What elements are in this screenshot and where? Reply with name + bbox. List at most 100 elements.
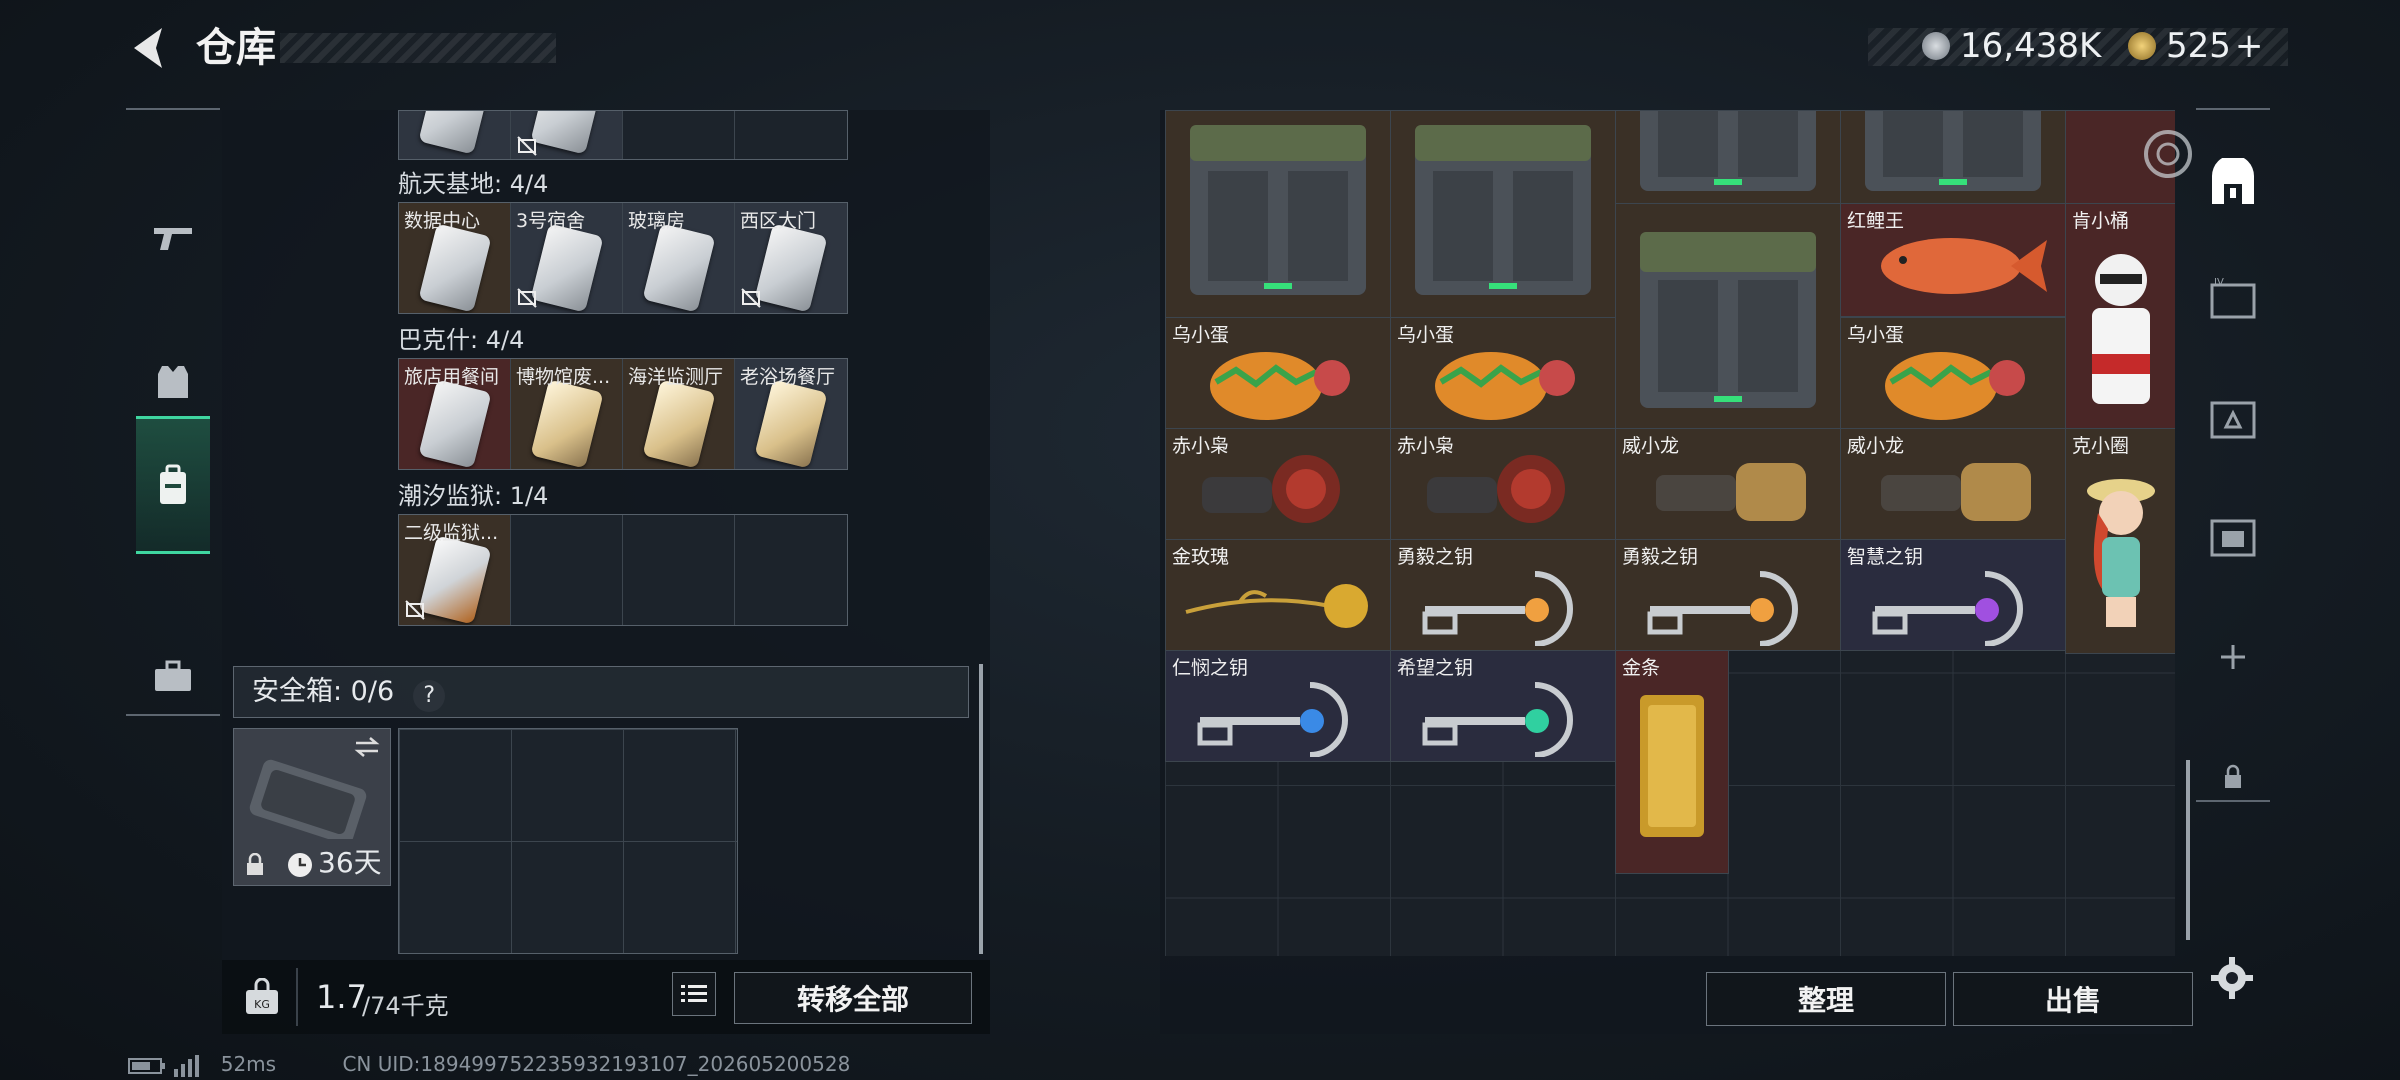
safe-box-header: 安全箱: 0/6 ? [233, 666, 969, 718]
no-transfer-icon [741, 288, 761, 308]
swap-icon[interactable] [352, 735, 382, 759]
ammo-crate-item[interactable] [1840, 110, 2066, 204]
tab-storage-2[interactable] [2208, 512, 2258, 562]
item-label: 赤小枭 [1172, 435, 1230, 457]
gold-bar-item[interactable]: 金条 [1615, 650, 1729, 874]
owl-item[interactable]: 赤小枭 [1390, 428, 1616, 540]
card-slot[interactable] [511, 111, 623, 159]
egg-item[interactable]: 乌小蛋 [1840, 317, 2066, 429]
ammo-crate-item[interactable] [1390, 110, 1616, 318]
card-item[interactable]: 玻璃房 [623, 203, 735, 313]
armor-icon [158, 366, 188, 398]
nav-weapons[interactable] [136, 172, 210, 304]
card-item[interactable]: 海洋监测厅 [623, 359, 735, 469]
tab-storage-3[interactable] [2208, 394, 2258, 444]
card-slot[interactable] [399, 111, 511, 159]
currency-premium[interactable]: 525 + [2128, 26, 2263, 66]
golden-rose-item[interactable]: 金玫瑰 [1165, 539, 1391, 651]
card-item[interactable]: 旅店用餐间 [399, 359, 511, 469]
lock-icon [2225, 764, 2241, 788]
left-scrollbar[interactable] [979, 664, 983, 954]
rose-icon [1185, 584, 1368, 628]
premium-amount: 525 [2166, 26, 2231, 66]
section-title-tidal-prison: 潮汐监狱: 1/4 [398, 482, 549, 510]
storage-tabs: IV [2196, 108, 2270, 802]
owl-icon [1427, 455, 1565, 523]
storage-tab-icon: IV [2210, 277, 2256, 319]
back-arrow-icon[interactable] [128, 24, 168, 72]
empty-slot[interactable] [623, 515, 735, 625]
coin-amount: 16,438K [1960, 26, 2102, 66]
currency-coins: 16,438K [1922, 26, 2101, 66]
empty-slot[interactable] [623, 111, 735, 159]
card-item[interactable]: 博物馆废... [511, 359, 623, 469]
girl-figure-item[interactable]: 克小圈 [2065, 428, 2175, 654]
tab-storage-main[interactable] [2208, 158, 2258, 208]
nav-toolbox[interactable] [136, 610, 210, 742]
card-item[interactable]: 西区大门 [735, 203, 847, 313]
item-label: 乌小蛋 [1172, 324, 1230, 346]
nav-backpack[interactable] [136, 416, 210, 554]
safe-box-grid[interactable] [398, 728, 738, 954]
card-item[interactable]: 二级监狱... [399, 515, 511, 625]
red-carp-item[interactable]: 红鲤王 [1840, 203, 2066, 317]
crate-icon [1865, 111, 2041, 191]
dragon-item[interactable]: 威小龙 [1840, 428, 2066, 540]
key-icon [1197, 682, 1348, 757]
empty-slot[interactable] [735, 111, 847, 159]
list-view-button[interactable] [672, 972, 716, 1016]
crate-icon [1640, 111, 1816, 191]
egg-item[interactable]: 乌小蛋 [1390, 317, 1616, 429]
wisdom-key-item[interactable]: 智慧之钥 [1840, 539, 2066, 651]
safe-case-item[interactable]: 36天 [233, 728, 391, 886]
mercy-key-item[interactable]: 仁悯之钥 [1165, 650, 1391, 762]
sell-button[interactable]: 出售 [1953, 972, 2193, 1026]
right-scrollbar[interactable] [2186, 760, 2190, 940]
crate-icon [1190, 125, 1366, 295]
courage-key-item[interactable]: 勇毅之钥 [1390, 539, 1616, 651]
hope-key-item[interactable]: 希望之钥 [1390, 650, 1616, 762]
egg-item[interactable]: 乌小蛋 [1165, 317, 1391, 429]
transfer-all-button[interactable]: 转移全部 [734, 972, 972, 1024]
empty-slot[interactable] [735, 515, 847, 625]
item-label: 智慧之钥 [1847, 546, 1924, 568]
no-transfer-icon [517, 136, 537, 156]
ammo-crate-item[interactable] [1615, 203, 1841, 429]
safe-duration: 36天 [318, 846, 382, 879]
card-item[interactable]: 老浴场餐厅 [735, 359, 847, 469]
dragon-icon [1881, 463, 2031, 521]
item-label: 威小龙 [1622, 435, 1680, 457]
empty-slot[interactable] [511, 515, 623, 625]
item-label: 勇毅之钥 [1622, 546, 1699, 568]
plus-icon [2221, 645, 2245, 669]
target-ring-icon[interactable] [2140, 126, 2196, 182]
key-icon [1422, 571, 1573, 646]
dragon-item[interactable]: 威小龙 [1615, 428, 1841, 540]
locked-storage-slot[interactable] [2208, 752, 2258, 802]
item-label: 博物馆废... [516, 366, 611, 388]
battery-icon [128, 1057, 165, 1074]
tab-storage-4[interactable]: IV [2208, 274, 2258, 324]
item-label: 旅店用餐间 [404, 366, 500, 388]
item-label: 数据中心 [404, 210, 481, 232]
ping-value: 52ms [220, 1052, 277, 1076]
crate-icon [1415, 125, 1591, 295]
section-title-aerospace: 航天基地: 4/4 [398, 170, 549, 198]
weight-max: /74千克 [362, 992, 449, 1020]
ammo-crate-item[interactable] [1165, 110, 1391, 318]
signal-icon [174, 1054, 200, 1077]
item-label: 老浴场餐厅 [740, 366, 836, 388]
ammo-crate-item[interactable] [1615, 110, 1841, 204]
owl-item[interactable]: 赤小枭 [1165, 428, 1391, 540]
kfc-bucket-figure-item[interactable]: 肯小桶 [2065, 203, 2175, 429]
courage-key-item[interactable]: 勇毅之钥 [1615, 539, 1841, 651]
help-icon[interactable]: ? [413, 679, 446, 712]
lock-icon [247, 853, 263, 875]
gear-icon[interactable] [2210, 956, 2254, 1000]
sort-button[interactable]: 整理 [1706, 972, 1946, 1026]
section-title-bakesh: 巴克什: 4/4 [398, 326, 525, 354]
card-item[interactable]: 3号宿舍 [511, 203, 623, 313]
add-storage-button[interactable] [2208, 632, 2258, 682]
add-currency-button[interactable]: + [2235, 26, 2264, 66]
card-item[interactable]: 数据中心 [399, 203, 511, 313]
